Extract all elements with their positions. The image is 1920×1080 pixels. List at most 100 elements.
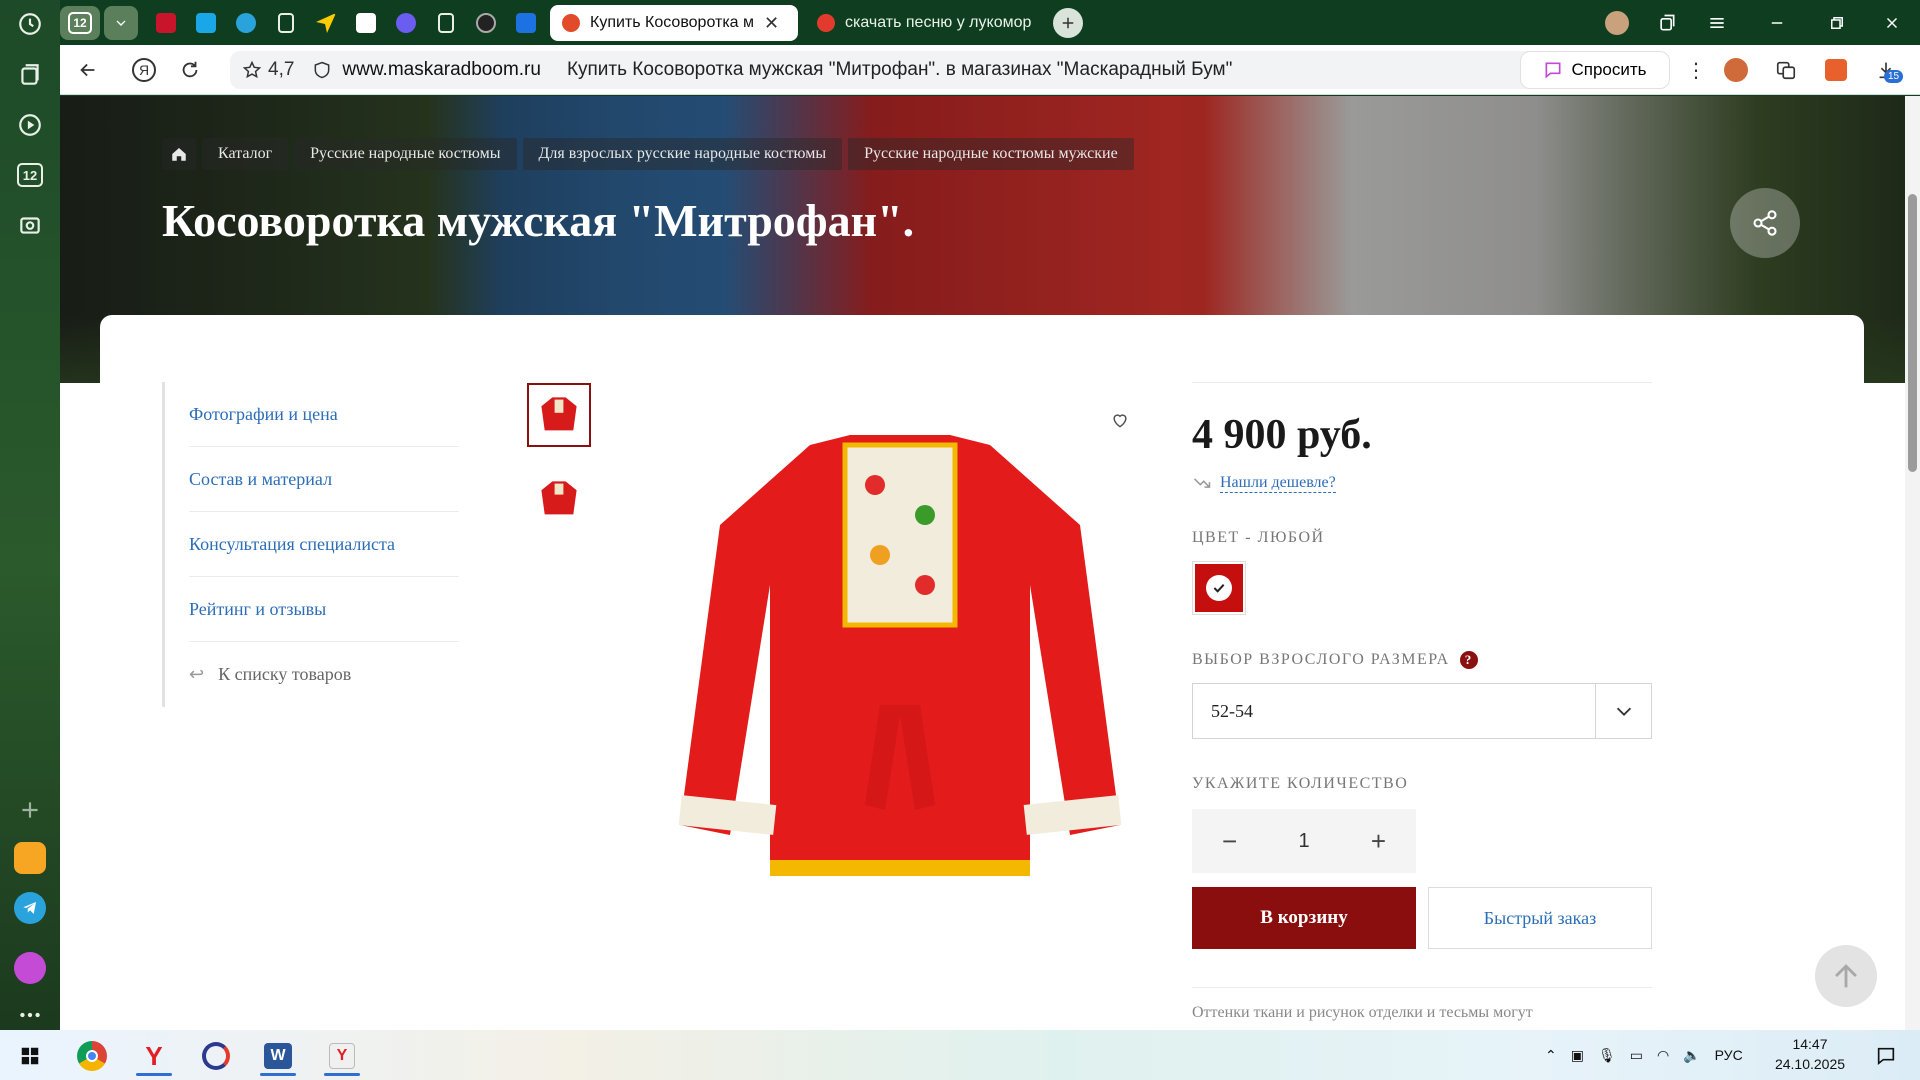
tab-counter-button[interactable]: 12 [60,6,100,40]
downloads-icon[interactable]: 15 [1870,54,1904,86]
history-icon[interactable] [10,4,50,44]
restore-icon[interactable] [1820,6,1854,40]
side-nav-reviews[interactable]: Рейтинг и отзывы [189,577,459,642]
profile-avatar[interactable] [1600,6,1634,40]
pinned-tab-dark[interactable] [470,8,502,38]
volume-icon[interactable]: 🔈 [1683,1047,1700,1064]
site-rating[interactable]: 4,7 [242,59,294,81]
downloads-badge: 15 [1884,70,1904,83]
alice-icon[interactable] [10,948,50,988]
color-swatch-red[interactable] [1192,561,1246,615]
pinned-tab-messenger[interactable] [390,8,422,38]
share-button[interactable] [1730,188,1800,258]
decrease-button[interactable]: − [1222,826,1237,857]
mail-app-icon[interactable] [10,838,50,878]
side-nav-composition[interactable]: Состав и материал [189,447,459,512]
product-image[interactable] [650,405,1150,1005]
help-icon[interactable]: ? [1459,651,1478,669]
side-nav-photos[interactable]: Фотографии и цена [189,382,459,447]
breadcrumb-item[interactable]: Русские народные костюмы [294,138,517,170]
tray-chevron-up-icon[interactable]: ⌃ [1545,1047,1557,1064]
tab-song[interactable]: скачать песню у лукомор [805,5,1045,41]
collections-toolbar-icon[interactable] [1650,6,1684,40]
url-domain: www.maskaradboom.ru [342,59,541,80]
chevron-down-icon[interactable] [1595,684,1651,738]
quantity-label: УКАЖИТЕ КОЛИЧЕСТВО [1192,775,1409,792]
clock[interactable]: 14:47 24.10.2025 [1770,1034,1850,1074]
breadcrumb-item[interactable]: Для взрослых русские народные костюмы [522,138,843,170]
purchase-actions: В корзину Быстрый заказ [1192,887,1652,949]
add-to-cart-button[interactable]: В корзину [1192,887,1416,949]
scrollbar-thumb[interactable] [1908,194,1917,472]
tab-title: Купить Косоворотка м [590,14,755,31]
ask-ai-button[interactable]: Спросить [1520,51,1670,89]
quick-order-button[interactable]: Быстрый заказ [1428,887,1652,949]
yandex-app-icon[interactable]: Y [318,1036,366,1076]
collections-icon[interactable] [10,55,50,95]
increase-button[interactable]: + [1371,826,1386,857]
side-nav-consultation[interactable]: Консультация специалиста [189,512,459,577]
scroll-to-top-button[interactable] [1815,945,1877,1007]
tabs-dropdown-chevron-icon[interactable] [104,6,138,40]
microphone-icon[interactable]: 🎙 [1598,1047,1616,1064]
c-app-icon[interactable] [192,1036,240,1076]
telegram-icon[interactable] [10,888,50,928]
tab-title: скачать песню у лукомор [845,14,1032,31]
more-icon[interactable] [10,995,50,1035]
pinned-tab-doc2-icon[interactable] [430,8,462,38]
menu-icon[interactable] [1700,6,1734,40]
favorite-heart-icon[interactable] [1105,405,1135,435]
breadcrumb-item[interactable]: Русские народные костюмы мужские [848,138,1134,170]
pinned-tab-telegram[interactable] [230,8,262,38]
product-thumbnail[interactable] [527,383,591,447]
system-tray: ⌃ ▣ 🎙 ▭ ◠ 🔈 РУС [1545,1030,1743,1080]
chrome-icon[interactable] [68,1036,116,1076]
reload-icon[interactable] [174,54,206,86]
color-label: ЦВЕТ - ЛЮБОЙ [1192,529,1325,546]
url-page-title: Купить Косоворотка мужская "Митрофан". в… [566,59,1233,80]
size-select[interactable]: 52-54 [1192,683,1652,739]
page-title: Косоворотка мужская "Митрофан". [162,195,915,246]
return-arrow-icon: ↩ [189,664,205,684]
screenshot-icon[interactable] [10,205,50,245]
minimize-icon[interactable] [1760,6,1794,40]
breadcrumb-home-icon[interactable] [162,138,196,170]
wifi-icon[interactable]: ◠ [1657,1047,1669,1064]
product-thumbnail[interactable] [527,467,591,531]
tab-counter-icon[interactable]: 12 [10,155,50,195]
extension-avatar-icon[interactable] [1720,54,1752,86]
scrollbar[interactable] [1905,96,1920,1030]
shield-icon[interactable] [312,60,332,80]
pinned-tab-chat[interactable] [190,8,222,38]
breadcrumb-item[interactable]: Каталог [202,138,289,170]
add-panel-icon[interactable] [10,790,50,830]
kebab-menu-icon[interactable]: ⋮ [1680,54,1712,86]
pinned-tab-navigator[interactable] [310,8,342,38]
back-to-list-link[interactable]: ↩ К списку товаров [189,642,459,707]
notifications-icon[interactable] [1862,1036,1910,1076]
address-bar[interactable]: 4,7 www.maskaradboom.ru Купить Косоворот… [230,51,1630,89]
battery-icon[interactable]: ▭ [1630,1047,1643,1064]
pinned-tab-image[interactable] [350,8,382,38]
extension-badge-icon[interactable] [1820,54,1852,86]
tray-device-icon[interactable]: ▣ [1571,1047,1584,1064]
play-icon[interactable] [10,105,50,145]
close-window-icon[interactable] [1875,6,1909,40]
language-indicator[interactable]: РУС [1715,1047,1743,1063]
new-tab-button[interactable] [1053,8,1083,38]
tab-product[interactable]: Купить Косоворотка м ✕ [550,5,798,41]
pinned-tab-mail[interactable] [510,8,542,38]
word-icon[interactable]: W [254,1036,302,1076]
close-tab-icon[interactable]: ✕ [764,13,779,34]
windows-start-icon[interactable] [6,1036,54,1076]
yandex-browser-icon[interactable]: Y [130,1036,178,1076]
pinned-tab-doc-icon[interactable] [270,8,302,38]
yandex-logo-icon[interactable]: Я [128,54,160,86]
pinned-tab-wildberries[interactable] [150,8,182,38]
share-icon [1753,210,1777,236]
translate-icon[interactable] [1770,54,1802,86]
back-arrow-icon[interactable] [72,54,104,86]
found-cheaper-link[interactable]: Нашли дешевле? [1192,473,1652,493]
quantity-value[interactable]: 1 [1298,830,1309,853]
found-cheaper-label: Нашли дешевле? [1220,473,1336,493]
